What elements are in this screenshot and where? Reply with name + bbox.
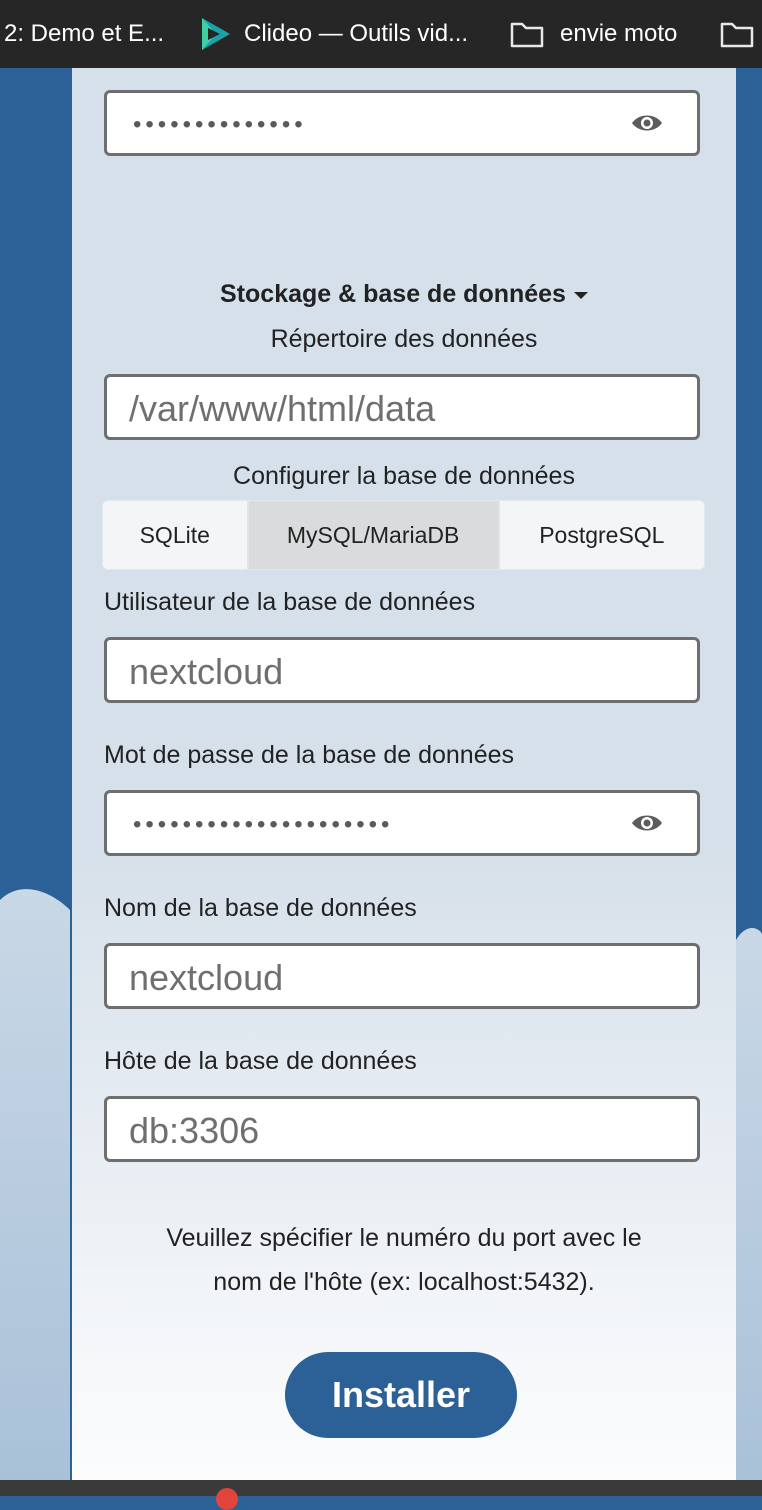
db-name-value: nextcloud: [129, 957, 284, 998]
db-host-value: db:3306: [129, 1110, 260, 1151]
db-password-label: Mot de passe de la base de données: [104, 741, 515, 769]
folder-icon: [720, 22, 754, 48]
clideo-play-icon: [202, 18, 230, 50]
storage-section-toggle[interactable]: Stockage & base de données: [72, 280, 736, 309]
data-dir-input[interactable]: /var/www/html/data: [104, 374, 700, 440]
tab-sqlite[interactable]: SQLite: [103, 501, 249, 569]
folder-icon: [510, 22, 544, 48]
port-hint-line-1: Veuillez spécifier le numéro du port ave…: [166, 1224, 642, 1252]
data-dir-label: Répertoire des données: [270, 325, 538, 353]
port-hint-line-2: nom de l'hôte (ex: localhost:5432).: [213, 1268, 595, 1296]
db-password-input[interactable]: •••••••••••••••••••••: [104, 790, 700, 856]
db-name-label: Nom de la base de données: [104, 894, 417, 922]
bookmarks-bar: 2: Demo et E... Clideo — Outils vid... e…: [0, 0, 762, 68]
db-type-tabs: SQLite MySQL/MariaDB PostgreSQL: [102, 500, 705, 570]
notification-dot-icon: [216, 1488, 238, 1510]
tab-postgresql[interactable]: PostgreSQL: [499, 501, 704, 569]
db-user-input[interactable]: nextcloud: [104, 637, 700, 703]
bookmark-demo-label: 2: Demo et E...: [4, 20, 165, 47]
bookmark-clideo[interactable]: Clideo — Outils vid...: [198, 0, 468, 68]
tab-mysql-mariadb[interactable]: MySQL/MariaDB: [248, 501, 500, 569]
bookmark-clideo-label: Clideo — Outils vid...: [244, 20, 469, 47]
admin-password-field[interactable]: ••••••••••••••: [104, 90, 700, 156]
db-config-label: Configurer la base de données: [233, 462, 575, 490]
db-password-value: •••••••••••••••••••••: [133, 811, 394, 838]
bookmark-demo[interactable]: 2: Demo et E...: [4, 0, 164, 68]
eye-icon[interactable]: [631, 113, 663, 133]
db-name-input[interactable]: nextcloud: [104, 943, 700, 1009]
db-user-value: nextcloud: [129, 651, 284, 692]
bookmark-envie-moto[interactable]: envie moto: [510, 0, 677, 68]
bookmark-folder[interactable]: [720, 0, 754, 68]
caret-down-icon: [573, 291, 588, 299]
db-user-label: Utilisateur de la base de données: [104, 588, 476, 616]
install-button[interactable]: Installer: [285, 1352, 517, 1438]
storage-section-title: Stockage & base de données: [220, 280, 566, 308]
db-host-label: Hôte de la base de données: [104, 1047, 417, 1075]
bookmark-envie-moto-label: envie moto: [560, 20, 678, 47]
db-host-input[interactable]: db:3306: [104, 1096, 700, 1162]
admin-password-value: ••••••••••••••: [133, 111, 307, 138]
eye-icon[interactable]: [631, 813, 663, 833]
data-dir-value: /var/www/html/data: [129, 388, 436, 429]
taskbar: [0, 1480, 762, 1510]
